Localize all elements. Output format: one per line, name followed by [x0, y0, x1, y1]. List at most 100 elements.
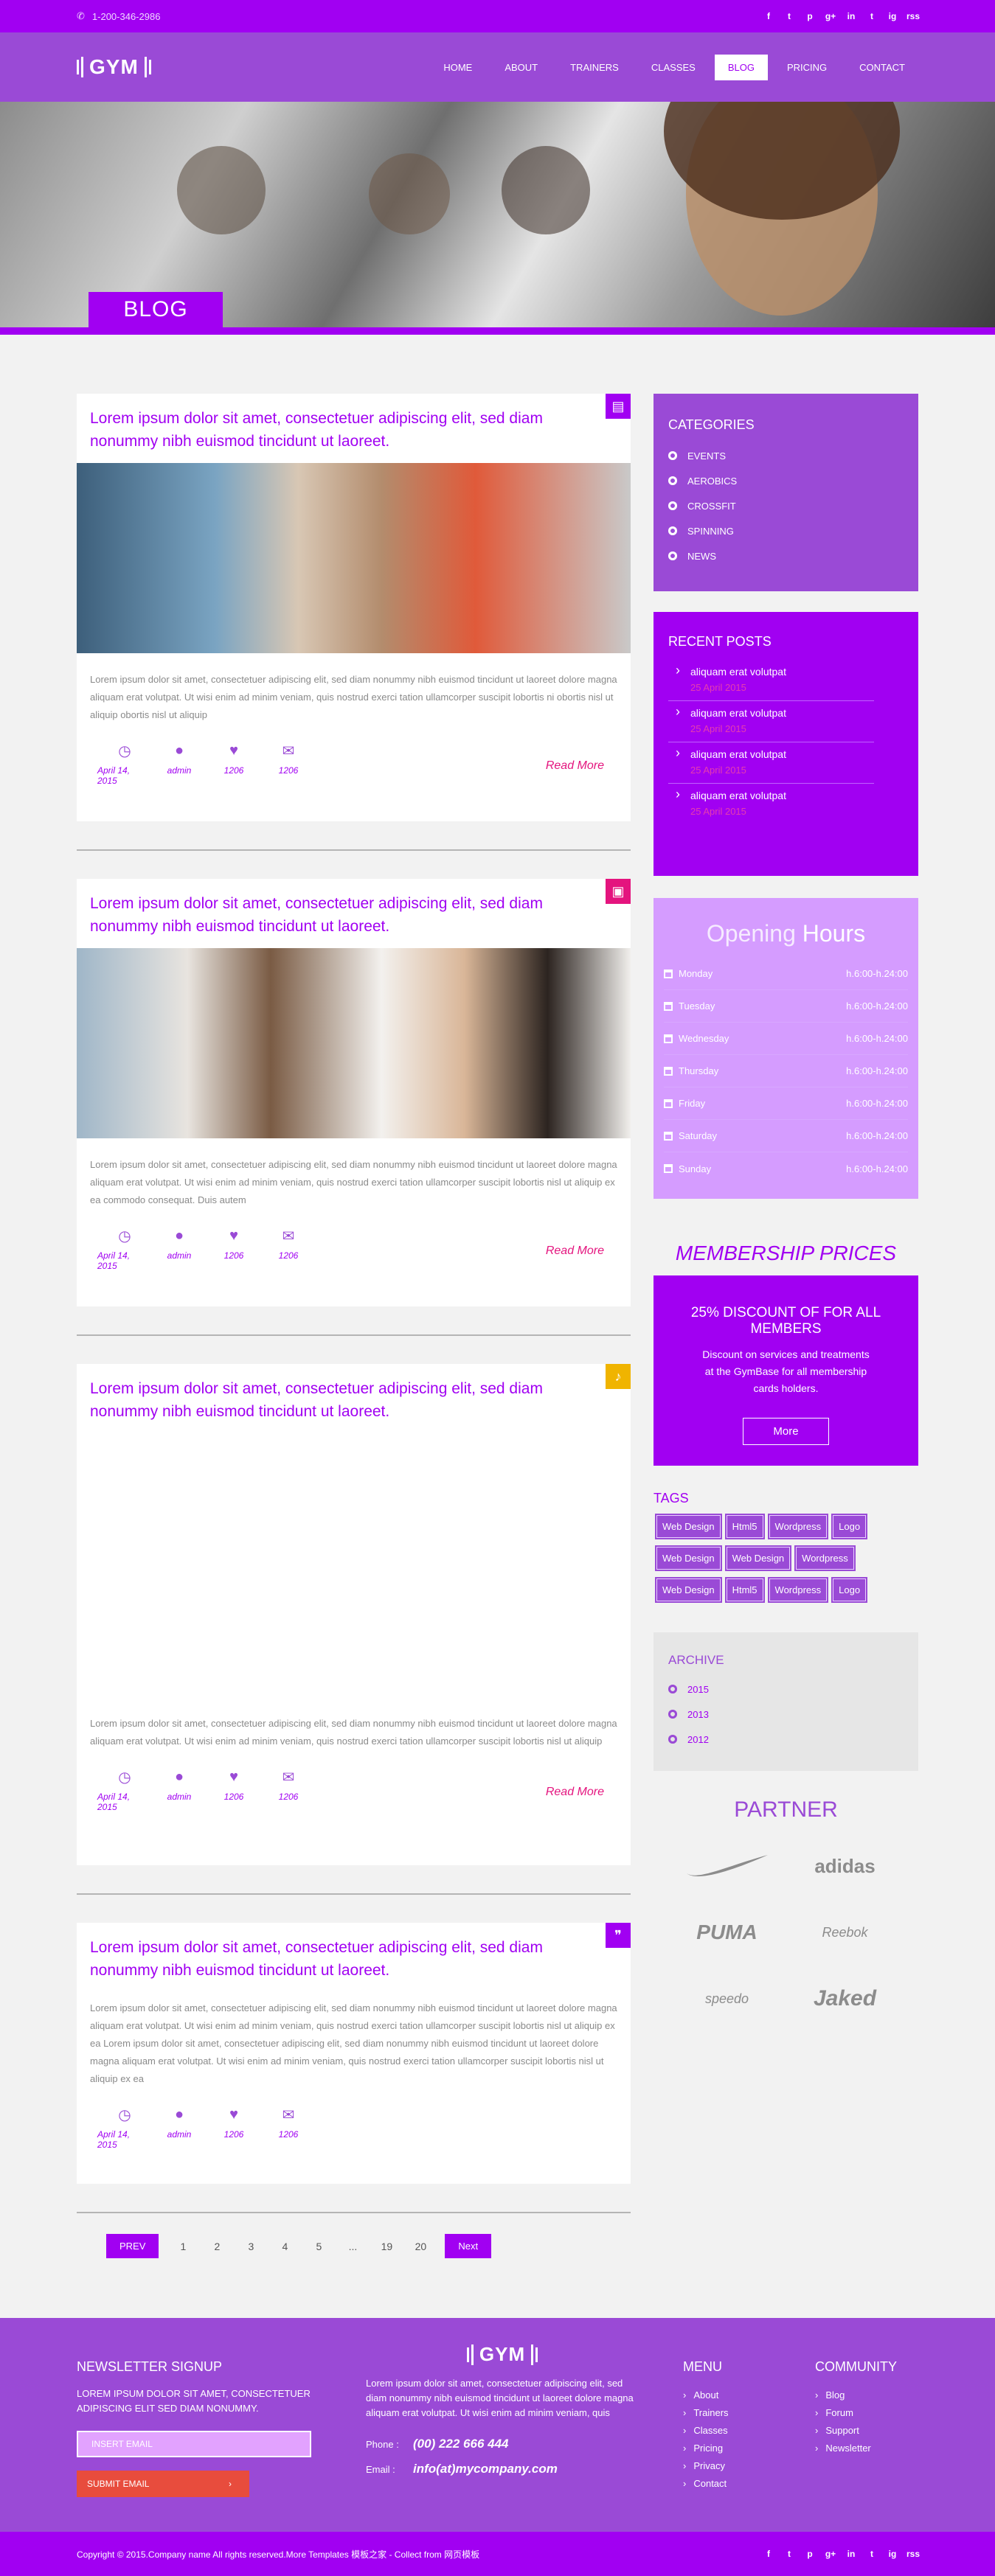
rss-icon[interactable]: rss — [906, 11, 920, 21]
footer-menu-item[interactable]: Trainers — [683, 2404, 794, 2422]
site-logo[interactable]: GYM — [77, 55, 151, 79]
nav-pricing[interactable]: PRICING — [774, 55, 840, 80]
calendar-icon — [664, 1034, 673, 1043]
reebok-logo[interactable]: Reebok — [794, 1910, 897, 1955]
category-item[interactable]: SPINNING — [668, 518, 904, 543]
nav-trainers[interactable]: TRAINERS — [557, 55, 632, 80]
twitter-icon[interactable]: t — [784, 11, 794, 21]
post-title[interactable]: Lorem ipsum dolor sit amet, consectetuer… — [77, 394, 631, 463]
recent-post-item[interactable]: aliquam erat volutpat25 April 2015 — [668, 742, 874, 784]
tag[interactable]: Wordpress — [769, 1578, 828, 1601]
archive-item[interactable]: 2015 — [668, 1677, 904, 1702]
page-link[interactable]: 19 — [377, 2241, 396, 2252]
newsletter-email-input[interactable]: INSERT EMAIL — [77, 2431, 311, 2457]
recent-post-item[interactable]: aliquam erat volutpat25 April 2015 — [668, 784, 874, 824]
post-likes[interactable]: ♥ 1206 — [207, 742, 261, 776]
nav-contact[interactable]: CONTACT — [846, 55, 918, 80]
tag[interactable]: Web Design — [656, 1547, 721, 1570]
footer-community: COMMUNITY Blog Forum Support Newsletter — [815, 2359, 948, 2457]
puma-logo[interactable]: PUMA — [676, 1910, 779, 1955]
tag[interactable]: Wordpress — [769, 1515, 828, 1538]
tag[interactable]: Wordpress — [796, 1547, 854, 1570]
tag[interactable]: Html5 — [726, 1578, 763, 1601]
adidas-logo[interactable]: adidas — [794, 1843, 897, 1889]
tumblr-icon[interactable]: t — [867, 2549, 877, 2559]
jaked-logo[interactable]: Jaked — [794, 1976, 897, 2022]
facebook-icon[interactable]: f — [763, 2549, 774, 2559]
tag[interactable]: Web Design — [656, 1578, 721, 1601]
instagram-icon[interactable]: ig — [887, 11, 898, 21]
post-comments[interactable]: ✉ 1206 — [261, 742, 316, 776]
nike-logo[interactable] — [676, 1843, 779, 1889]
footer-menu-item[interactable]: Pricing — [683, 2440, 794, 2457]
read-more-link[interactable]: Read More — [546, 759, 604, 773]
post-author[interactable]: ● admin — [152, 2106, 207, 2140]
nav-classes[interactable]: CLASSES — [638, 55, 709, 80]
footer-menu-item[interactable]: Classes — [683, 2422, 794, 2440]
tag[interactable]: Logo — [833, 1578, 867, 1601]
footer-logo[interactable]: GYM — [366, 2343, 639, 2366]
footer-community-item[interactable]: Newsletter — [815, 2440, 948, 2457]
post-author[interactable]: ● admin — [152, 1768, 207, 1803]
google-plus-icon[interactable]: g+ — [825, 11, 836, 21]
tag[interactable]: Web Design — [726, 1547, 791, 1570]
category-item[interactable]: CROSSFIT — [668, 493, 904, 518]
nav-blog[interactable]: BLOG — [714, 54, 768, 80]
tag[interactable]: Html5 — [726, 1515, 763, 1538]
post-author[interactable]: ● admin — [152, 742, 207, 776]
linkedin-icon[interactable]: in — [846, 11, 856, 21]
post-title[interactable]: Lorem ipsum dolor sit amet, consectetuer… — [77, 1923, 631, 1992]
footer-menu-item[interactable]: Contact — [683, 2475, 794, 2493]
tumblr-icon[interactable]: t — [867, 11, 877, 21]
rss-icon[interactable]: rss — [906, 2549, 920, 2559]
post-comments[interactable]: ✉ 1206 — [261, 2106, 316, 2140]
post-title[interactable]: Lorem ipsum dolor sit amet, consectetuer… — [77, 879, 631, 948]
post-author[interactable]: ● admin — [152, 1227, 207, 1261]
linkedin-icon[interactable]: in — [846, 2549, 856, 2559]
archive-item[interactable]: 2012 — [668, 1727, 904, 1752]
footer-community-item[interactable]: Forum — [815, 2404, 948, 2422]
audio-embed-area[interactable] — [77, 1433, 631, 1697]
recent-post-item[interactable]: aliquam erat volutpat25 April 2015 — [668, 660, 874, 701]
footer-community-item[interactable]: Blog — [815, 2387, 948, 2404]
read-more-link[interactable]: Read More — [546, 1786, 604, 1799]
page-link[interactable]: 5 — [309, 2241, 328, 2252]
category-item[interactable]: AEROBICS — [668, 468, 904, 493]
nav-about[interactable]: ABOUT — [491, 55, 551, 80]
page-link[interactable]: 3 — [241, 2241, 260, 2252]
speedo-logo[interactable]: speedo — [676, 1976, 779, 2022]
next-page-button[interactable]: Next — [445, 2234, 492, 2258]
page-link[interactable]: 20 — [411, 2241, 430, 2252]
facebook-icon[interactable]: f — [763, 11, 774, 21]
page-link[interactable]: 1 — [173, 2241, 193, 2252]
main-menu: HOME ABOUT TRAINERS CLASSES BLOG PRICING… — [430, 54, 918, 80]
footer-community-item[interactable]: Support — [815, 2422, 948, 2440]
read-more-link[interactable]: Read More — [546, 1245, 604, 1258]
instagram-icon[interactable]: ig — [887, 2549, 898, 2559]
category-item[interactable]: NEWS — [668, 543, 904, 568]
category-item[interactable]: EVENTS — [668, 443, 904, 468]
archive-item[interactable]: 2013 — [668, 1702, 904, 1727]
submit-email-button[interactable]: SUBMIT EMAIL › — [77, 2471, 249, 2497]
twitter-icon[interactable]: t — [784, 2549, 794, 2559]
footer-menu-item[interactable]: Privacy — [683, 2457, 794, 2475]
post-title[interactable]: Lorem ipsum dolor sit amet, consectetuer… — [77, 1364, 631, 1433]
post-comments[interactable]: ✉ 1206 — [261, 1768, 316, 1803]
footer-menu-item[interactable]: About — [683, 2387, 794, 2404]
recent-post-item[interactable]: aliquam erat volutpat25 April 2015 — [668, 701, 874, 742]
page-link[interactable]: 2 — [207, 2241, 226, 2252]
tag[interactable]: Web Design — [656, 1515, 721, 1538]
nav-home[interactable]: HOME — [430, 55, 485, 80]
page-link[interactable]: 4 — [275, 2241, 294, 2252]
pinterest-icon[interactable]: p — [805, 11, 815, 21]
post-likes[interactable]: ♥ 1206 — [207, 1768, 261, 1803]
tag[interactable]: Logo — [833, 1515, 867, 1538]
pinterest-icon[interactable]: p — [805, 2549, 815, 2559]
post-comments[interactable]: ✉ 1206 — [261, 1227, 316, 1261]
google-plus-icon[interactable]: g+ — [825, 2549, 836, 2559]
post-likes[interactable]: ♥ 1206 — [207, 2106, 261, 2140]
footer-about: GYM Lorem ipsum dolor sit amet, consecte… — [366, 2343, 639, 2476]
membership-more-button[interactable]: More — [743, 1418, 829, 1445]
post-likes[interactable]: ♥ 1206 — [207, 1227, 261, 1261]
prev-page-button[interactable]: PREV — [106, 2234, 159, 2258]
